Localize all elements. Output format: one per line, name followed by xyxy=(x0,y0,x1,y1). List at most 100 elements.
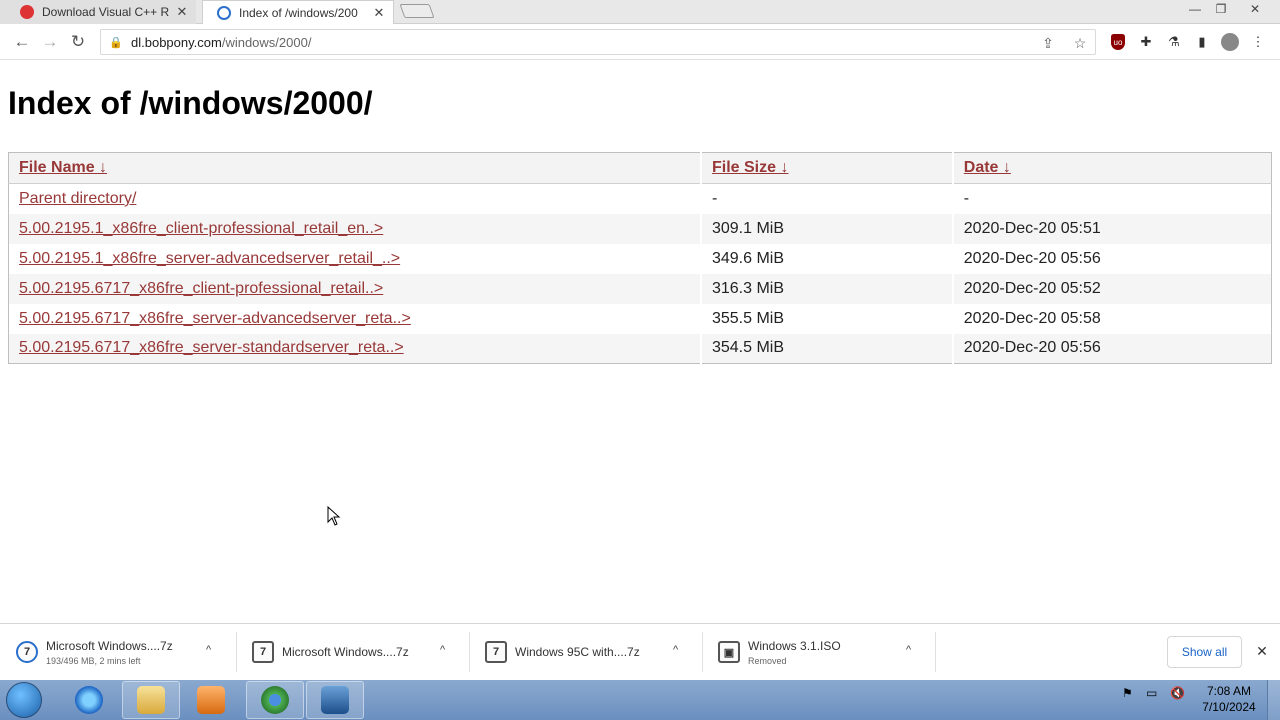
iso-file-icon: ▣ xyxy=(718,641,740,663)
file-link[interactable]: Parent directory/ xyxy=(19,190,136,207)
back-button[interactable]: ← xyxy=(10,30,34,54)
download-filename: Microsoft Windows....7z xyxy=(46,638,173,653)
7z-file-icon: 7 xyxy=(252,641,274,663)
download-filename: Windows 3.1.ISO xyxy=(748,638,841,653)
page-favicon-icon xyxy=(217,5,231,20)
file-listing-table: File Name ↓ File Size ↓ Date ↓ Parent di… xyxy=(8,152,1272,364)
share-icon[interactable]: ⇪ xyxy=(1039,34,1057,52)
file-size-cell: 355.5 MiB xyxy=(699,303,953,334)
divider xyxy=(236,632,237,672)
internet-explorer-icon xyxy=(75,686,103,714)
chevron-up-icon[interactable]: ^ xyxy=(206,644,211,656)
chevron-up-icon[interactable]: ^ xyxy=(906,644,911,656)
file-date-cell: 2020-Dec-20 05:52 xyxy=(951,273,1272,304)
url-host: dl.bobpony.com xyxy=(131,34,222,50)
file-link[interactable]: 5.00.2195.6717_x86fre_server-standardser… xyxy=(19,339,404,356)
bookmark-star-icon[interactable]: ☆ xyxy=(1071,34,1089,52)
download-item[interactable]: 7 Microsoft Windows....7z 193/496 MB, 2 … xyxy=(16,632,221,672)
table-row: 5.00.2195.6717_x86fre_client-professiona… xyxy=(8,273,1272,304)
taskbar-media-player[interactable] xyxy=(182,681,240,719)
taskbar-ie[interactable] xyxy=(60,681,118,719)
download-shelf: 7 Microsoft Windows....7z 193/496 MB, 2 … xyxy=(0,623,1280,680)
new-tab-button[interactable] xyxy=(399,4,435,18)
action-center-flag-icon[interactable]: ⚑ xyxy=(1122,686,1133,700)
download-filename: Windows 95C with....7z xyxy=(515,645,640,659)
file-link[interactable]: 5.00.2195.6717_x86fre_server-advancedser… xyxy=(19,310,411,327)
close-shelf-icon[interactable]: ✕ xyxy=(1253,642,1271,660)
column-header-file-name: File Name ↓ xyxy=(8,152,701,184)
page-content: Index of /windows/2000/ File Name ↓ File… xyxy=(0,61,1280,623)
file-size-cell: 316.3 MiB xyxy=(699,273,953,304)
volume-muted-icon[interactable]: 🔇 xyxy=(1170,686,1185,700)
tab-download-visual-cpp[interactable]: Download Visual C++ R ✕ xyxy=(0,0,196,24)
file-date-cell: 2020-Dec-20 05:58 xyxy=(951,303,1272,334)
divider xyxy=(469,632,470,672)
tab-close-icon[interactable]: ✕ xyxy=(174,4,190,20)
file-name-cell: 5.00.2195.6717_x86fre_server-standardser… xyxy=(8,333,701,364)
url-path: /windows/2000/ xyxy=(221,34,312,50)
download-item[interactable]: ▣ Windows 3.1.ISO Removed ^ xyxy=(718,632,923,672)
download-status: Removed xyxy=(748,655,787,666)
start-button[interactable] xyxy=(6,682,42,718)
table-row: 5.00.2195.6717_x86fre_server-standardser… xyxy=(8,333,1272,364)
reload-button[interactable]: ↻ xyxy=(66,30,90,54)
file-link[interactable]: 5.00.2195.1_x86fre_client-professional_r… xyxy=(19,220,383,237)
ublock-extension-icon[interactable]: uo xyxy=(1111,34,1125,50)
extensions-puzzle-icon[interactable]: ✚ xyxy=(1136,32,1156,52)
network-icon[interactable]: ▭ xyxy=(1146,686,1157,700)
file-name-cell: 5.00.2195.1_x86fre_client-professional_r… xyxy=(8,213,701,244)
tab-title: Index of /windows/200 xyxy=(239,5,358,20)
close-window-button[interactable]: ✕ xyxy=(1242,0,1268,18)
side-panel-icon[interactable]: ▮ xyxy=(1192,32,1212,52)
folder-icon xyxy=(137,686,165,714)
file-size-cell: - xyxy=(699,183,953,214)
show-all-downloads-button[interactable]: Show all xyxy=(1167,636,1242,668)
taskbar-explorer[interactable] xyxy=(122,681,180,719)
taskbar-chrome[interactable] xyxy=(246,681,304,719)
file-link[interactable]: 5.00.2195.1_x86fre_server-advancedserver… xyxy=(19,250,400,267)
system-clock[interactable]: 7:08 AM 7/10/2024 xyxy=(1196,683,1262,715)
chevron-up-icon[interactable]: ^ xyxy=(440,644,445,656)
download-item[interactable]: 7 Windows 95C with....7z ^ xyxy=(485,632,690,672)
file-size-cell: 354.5 MiB xyxy=(699,333,953,364)
download-item[interactable]: 7 Microsoft Windows....7z ^ xyxy=(252,632,457,672)
address-bar[interactable]: 🔒 dl.bobpony.com /windows/2000/ ⇪ ☆ xyxy=(100,29,1096,55)
tab-index-windows-2000[interactable]: Index of /windows/200 ✕ xyxy=(202,0,394,24)
column-header-file-size: File Size ↓ xyxy=(699,152,953,184)
taskbar-virtualbox[interactable] xyxy=(306,681,364,719)
minimize-button[interactable]: — xyxy=(1182,0,1208,18)
sort-by-file-size-link[interactable]: File Size ↓ xyxy=(712,159,788,176)
lock-icon[interactable]: 🔒 xyxy=(101,36,131,49)
file-date-cell: 2020-Dec-20 05:51 xyxy=(951,213,1272,244)
mouse-cursor-icon xyxy=(327,506,341,526)
tab-title: Download Visual C++ R xyxy=(42,5,170,19)
maximize-button[interactable]: ❐ xyxy=(1208,0,1234,18)
windows-taskbar: ⚑ ▭ 🔇 7:08 AM 7/10/2024 xyxy=(0,680,1280,720)
chevron-up-icon[interactable]: ^ xyxy=(673,644,678,656)
labs-flask-icon[interactable]: ⚗ xyxy=(1164,32,1184,52)
profile-avatar[interactable] xyxy=(1220,32,1240,52)
table-header-row: File Name ↓ File Size ↓ Date ↓ xyxy=(8,152,1272,184)
clock-time: 7:08 AM xyxy=(1206,684,1252,698)
browser-toolbar: ← → ↻ 🔒 dl.bobpony.com /windows/2000/ ⇪ … xyxy=(0,24,1280,60)
file-name-cell: 5.00.2195.1_x86fre_server-advancedserver… xyxy=(8,243,701,274)
divider xyxy=(702,632,703,672)
file-name-cell: 5.00.2195.6717_x86fre_server-advancedser… xyxy=(8,303,701,334)
table-row: 5.00.2195.6717_x86fre_server-advancedser… xyxy=(8,303,1272,334)
sort-by-file-name-link[interactable]: File Name ↓ xyxy=(19,159,107,176)
chrome-menu-icon[interactable]: ⋮ xyxy=(1248,32,1268,52)
tab-close-icon[interactable]: ✕ xyxy=(371,5,387,21)
virtualbox-icon xyxy=(321,686,349,714)
file-link[interactable]: 5.00.2195.6717_x86fre_client-professiona… xyxy=(19,280,383,297)
show-desktop-button[interactable] xyxy=(1267,680,1280,720)
column-header-date: Date ↓ xyxy=(951,152,1272,184)
file-size-cell: 309.1 MiB xyxy=(699,213,953,244)
clock-date: 7/10/2024 xyxy=(1202,700,1256,714)
file-size-cell: 349.6 MiB xyxy=(699,243,953,274)
avatar-icon xyxy=(1221,33,1239,51)
forward-button[interactable]: → xyxy=(38,30,62,54)
tab-strip: Download Visual C++ R ✕ Index of /window… xyxy=(0,0,1280,24)
sort-by-date-link[interactable]: Date ↓ xyxy=(964,159,1011,176)
download-progress-icon: 7 xyxy=(16,641,38,663)
download-filename: Microsoft Windows....7z xyxy=(282,645,409,659)
